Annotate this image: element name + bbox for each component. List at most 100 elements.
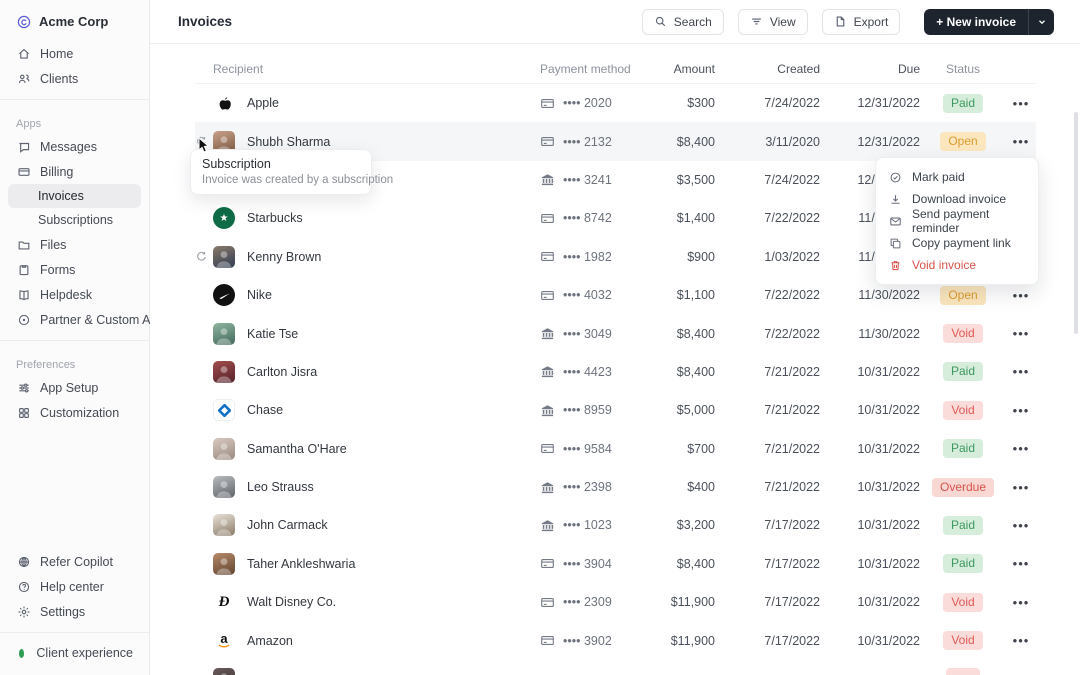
invoice-row[interactable]: a Amazon •••• 3902 $11,900 7/17/2022 10/… (195, 621, 1036, 659)
recipient-name: Nike (247, 288, 273, 303)
sidebar-item-messages[interactable]: Messages (8, 134, 141, 159)
search-button[interactable]: Search (641, 8, 724, 35)
row-menu-button[interactable]: ••• (1009, 631, 1034, 650)
recipient-cell: Leo Strauss (195, 476, 540, 499)
payment-method-cell: •••• 3902 (540, 633, 645, 648)
recipient-name: Samantha O'Hare (247, 441, 347, 456)
sidebar-item-forms[interactable]: Forms (8, 257, 141, 282)
due-cell: 12/31/2022 (857, 96, 920, 111)
card-icon (540, 633, 555, 648)
sidebar-item-app-setup[interactable]: App Setup (8, 375, 141, 400)
invoice-row[interactable]: Katie Tse •••• 3049 $8,400 7/22/2022 11/… (195, 314, 1036, 352)
payment-last4: •••• 2398 (563, 480, 612, 495)
sidebar-item-helpdesk[interactable]: Helpdesk (8, 282, 141, 307)
workspace-switcher[interactable]: Acme Corp (0, 0, 149, 41)
status-badge: Void (943, 592, 983, 612)
sidebar-item-refer-copilot[interactable]: Refer Copilot (8, 549, 141, 574)
column-header-recipient[interactable]: Recipient (195, 62, 540, 76)
row-menu-button[interactable]: ••• (1009, 439, 1034, 458)
invoice-row[interactable]: Leo Strauss •••• 2398 $400 7/21/2022 10/… (195, 468, 1036, 506)
amount-cell: $1,100 (676, 288, 715, 303)
copy-icon (889, 237, 902, 250)
status-cell: Open (920, 285, 1006, 305)
row-menu-button[interactable]: ••• (1009, 401, 1034, 420)
row-menu-button[interactable]: ••• (1009, 286, 1034, 305)
row-menu-button[interactable]: ••• (1009, 554, 1034, 573)
globe-icon (16, 554, 31, 569)
column-header-amount[interactable]: Amount (645, 62, 715, 76)
scrollbar-thumb[interactable] (1074, 112, 1078, 334)
sidebar-item-clients[interactable]: Clients (8, 66, 141, 91)
payment-last4: •••• 3241 (563, 172, 612, 187)
invoice-row[interactable]: Carlton Jisra •••• 4423 $8,400 7/21/2022… (195, 353, 1036, 391)
menu-item-send-payment-reminder[interactable]: Send payment reminder (876, 207, 1038, 235)
status-badge: Void (943, 631, 983, 651)
bank-icon (540, 326, 555, 341)
recipient-cell: a Amazon (195, 629, 540, 652)
view-button[interactable]: View (737, 8, 808, 35)
row-menu-button[interactable]: ••• (1009, 593, 1034, 612)
new-invoice-split-button: + New invoice (924, 8, 1054, 35)
row-menu-button[interactable]: ••• (1009, 324, 1034, 343)
sidebar-item-billing[interactable]: Billing (8, 159, 141, 184)
column-header-status[interactable]: Status (920, 62, 1006, 76)
tooltip-title: Subscription (202, 157, 271, 171)
payment-last4: •••• 3902 (563, 633, 612, 648)
sidebar-item-settings[interactable]: Settings (8, 599, 141, 624)
invoice-row[interactable]: Taher Ankleshwaria •••• 3904 $8,400 7/17… (195, 545, 1036, 583)
payment-method-cell: •••• 9584 (540, 441, 645, 456)
recipient-avatar (213, 476, 235, 499)
status-cell: Void (920, 400, 1006, 420)
row-menu-button[interactable]: ••• (1009, 362, 1034, 381)
check-circle-icon (889, 171, 902, 184)
invoice-row[interactable]: ••• (195, 660, 1036, 675)
menu-item-void-invoice[interactable]: Void invoice (876, 254, 1038, 276)
column-header-created[interactable]: Created (715, 62, 820, 76)
invoice-row[interactable]: John Carmack •••• 1023 $3,200 7/17/2022 … (195, 506, 1036, 544)
due-cell: 10/31/2022 (857, 364, 920, 379)
invoice-row[interactable]: Apple •••• 2020 $300 7/24/2022 12/31/202… (195, 84, 1036, 122)
invoice-row[interactable]: Samantha O'Hare •••• 9584 $700 7/21/2022… (195, 430, 1036, 468)
sidebar-item-help-center[interactable]: Help center (8, 574, 141, 599)
invoice-row[interactable]: Chase •••• 8959 $5,000 7/21/2022 10/31/2… (195, 391, 1036, 429)
row-menu-button[interactable]: ••• (1009, 478, 1034, 497)
page-title: Invoices (178, 14, 233, 29)
recipient-cell: Nike (195, 284, 540, 307)
row-menu-button[interactable]: ••• (1009, 94, 1034, 113)
view-button-label: View (769, 14, 796, 29)
menu-item-copy-payment-link[interactable]: Copy payment link (876, 232, 1038, 254)
amount-cell: $1,400 (676, 211, 715, 226)
created-cell: 7/21/2022 (764, 480, 820, 495)
new-invoice-button[interactable]: + New invoice (924, 8, 1028, 35)
created-cell: 7/17/2022 (764, 633, 820, 648)
sidebar-item-subscriptions[interactable]: Subscriptions (8, 208, 141, 232)
sidebar-item-files[interactable]: Files (8, 232, 141, 257)
payment-method-cell: •••• 4423 (540, 364, 645, 379)
row-menu-button[interactable]: ••• (1009, 670, 1034, 675)
column-header-payment[interactable]: Payment method (540, 62, 645, 76)
invoice-row[interactable]: Ð Walt Disney Co. •••• 2309 $11,900 7/17… (195, 583, 1036, 621)
export-button[interactable]: Export (821, 8, 901, 35)
sidebar-item-home[interactable]: Home (8, 41, 141, 66)
menu-item-label: Void invoice (912, 258, 977, 272)
sidebar-item-partner-custom-apps[interactable]: Partner & Custom Apps (8, 307, 171, 332)
new-invoice-dropdown-button[interactable] (1028, 8, 1054, 35)
sidebar-item-client-experience[interactable]: Client experience (8, 641, 141, 665)
amount-cell: $3,200 (676, 518, 715, 533)
sidebar-item-customization[interactable]: Customization (8, 400, 141, 425)
app-window: Acme Corp Home Clients Apps Messages Bil… (0, 0, 1080, 675)
recipient-name: Taher Ankleshwaria (247, 556, 356, 571)
sidebar-item-label: Subscriptions (38, 213, 114, 227)
column-header-due[interactable]: Due (820, 62, 920, 76)
row-menu-button[interactable]: ••• (1009, 516, 1034, 535)
users-icon (16, 71, 31, 86)
row-context-menu: Mark paid Download invoice Send payment re… (875, 157, 1039, 285)
row-menu-button[interactable]: ••• (1009, 132, 1034, 151)
menu-item-mark-paid[interactable]: Mark paid (876, 166, 1038, 188)
sidebar-item-invoices[interactable]: Invoices (8, 184, 141, 208)
payment-method-cell: •••• 1023 (540, 518, 645, 533)
search-button-label: Search (673, 14, 712, 29)
payment-method-cell: •••• 3049 (540, 326, 645, 341)
status-cell: Paid (920, 93, 1006, 113)
sliders-icon (16, 380, 31, 395)
